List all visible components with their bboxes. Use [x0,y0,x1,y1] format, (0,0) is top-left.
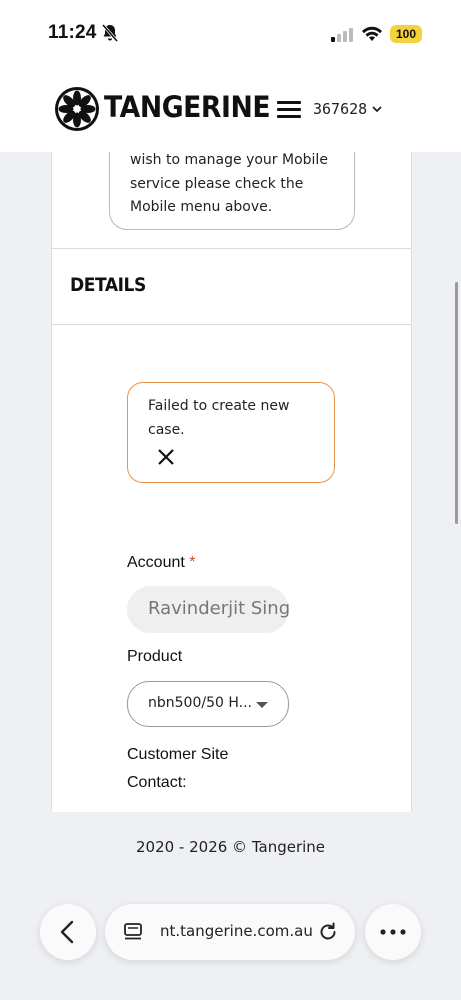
chevron-left-icon [60,920,74,944]
error-message: Failed to create new case. [148,398,290,438]
bell-muted-icon [101,24,119,42]
product-select-value: nbn500/50 H... [148,695,252,711]
details-heading: DETAILS [70,274,146,296]
battery-indicator: 100 [390,25,422,43]
reload-icon[interactable] [317,921,339,943]
hamburger-menu-icon[interactable] [277,101,301,119]
scrollbar[interactable] [455,282,458,524]
url-text: nt.tangerine.com.au [160,922,313,940]
back-button[interactable] [40,904,96,960]
divider [52,324,411,325]
product-label: Product [127,648,183,665]
required-marker: * [189,554,196,571]
account-label: Account * [127,554,196,572]
more-options-button[interactable] [365,904,421,960]
wifi-icon [362,26,382,41]
info-message-box: wish to manage your Mobile service pleas… [109,152,355,230]
cellular-signal-icon [331,28,353,42]
customer-site-contact-label: Customer Site Contact: [127,746,229,791]
caret-down-icon [256,702,268,708]
tabs-icon[interactable] [123,922,145,942]
brand-logo-text[interactable]: TANGERINE [104,90,271,124]
account-field-value: Ravinderjit Singh [148,598,289,619]
close-icon[interactable] [156,447,176,467]
account-number[interactable]: 367628 [313,100,367,118]
chevron-down-icon[interactable] [371,104,383,114]
copyright-text: 2020 - 2026 © Tangerine [135,838,326,856]
status-time: 11:24 [48,22,97,43]
main-card: wish to manage your Mobile service pleas… [51,152,412,812]
product-select[interactable]: nbn500/50 H... [127,681,289,727]
ellipsis-icon [380,929,406,935]
info-message-text: wish to manage your Mobile service pleas… [130,152,328,215]
account-field[interactable]: Ravinderjit Singh [127,586,289,633]
status-bar: 11:24 100 [0,0,461,70]
tangerine-logo-icon[interactable] [54,86,100,132]
error-alert: Failed to create new case. [127,382,335,483]
divider [52,248,411,249]
address-bar[interactable]: nt.tangerine.com.au [105,904,355,960]
account-label-text: Account [127,554,185,571]
